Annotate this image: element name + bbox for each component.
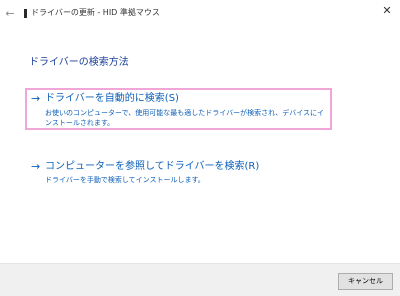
option-title: ドライバーを自動的に検索(S) xyxy=(45,93,179,104)
browse-computer-option[interactable]: → コンピューターを参照してドライバーを検索(R) ドライバーを手動で検索してイ… xyxy=(25,159,332,189)
arrow-right-icon: → xyxy=(31,92,41,105)
arrow-right-icon: → xyxy=(31,160,41,173)
option-title: コンピューターを参照してドライバーを検索(R) xyxy=(45,161,260,172)
close-button[interactable]: ✕ xyxy=(379,3,395,19)
window-title: ドライバーの更新 - HID 準拠マウス xyxy=(31,8,160,17)
search-automatically-option[interactable]: → ドライバーを自動的に検索(S) お使いのコンピューターで、使用可能な最も適し… xyxy=(25,88,332,130)
driver-update-dialog: ← ドライバーの更新 - HID 準拠マウス ✕ ドライバーの検索方法 → ドラ… xyxy=(0,0,400,296)
device-icon xyxy=(24,9,27,18)
back-arrow-icon[interactable]: ← xyxy=(3,7,17,21)
cancel-button[interactable]: キャンセル xyxy=(338,273,393,290)
option-description: ドライバーを手動で検索してインストールします。 xyxy=(45,176,205,184)
dialog-footer: キャンセル xyxy=(0,263,400,296)
option-description: お使いのコンピューターで、使用可能な最も適したドライバーが検索され、デバイスにイ… xyxy=(45,109,325,127)
page-heading: ドライバーの検索方法 xyxy=(29,57,129,68)
title-bar: ← ドライバーの更新 - HID 準拠マウス ✕ xyxy=(0,0,400,28)
